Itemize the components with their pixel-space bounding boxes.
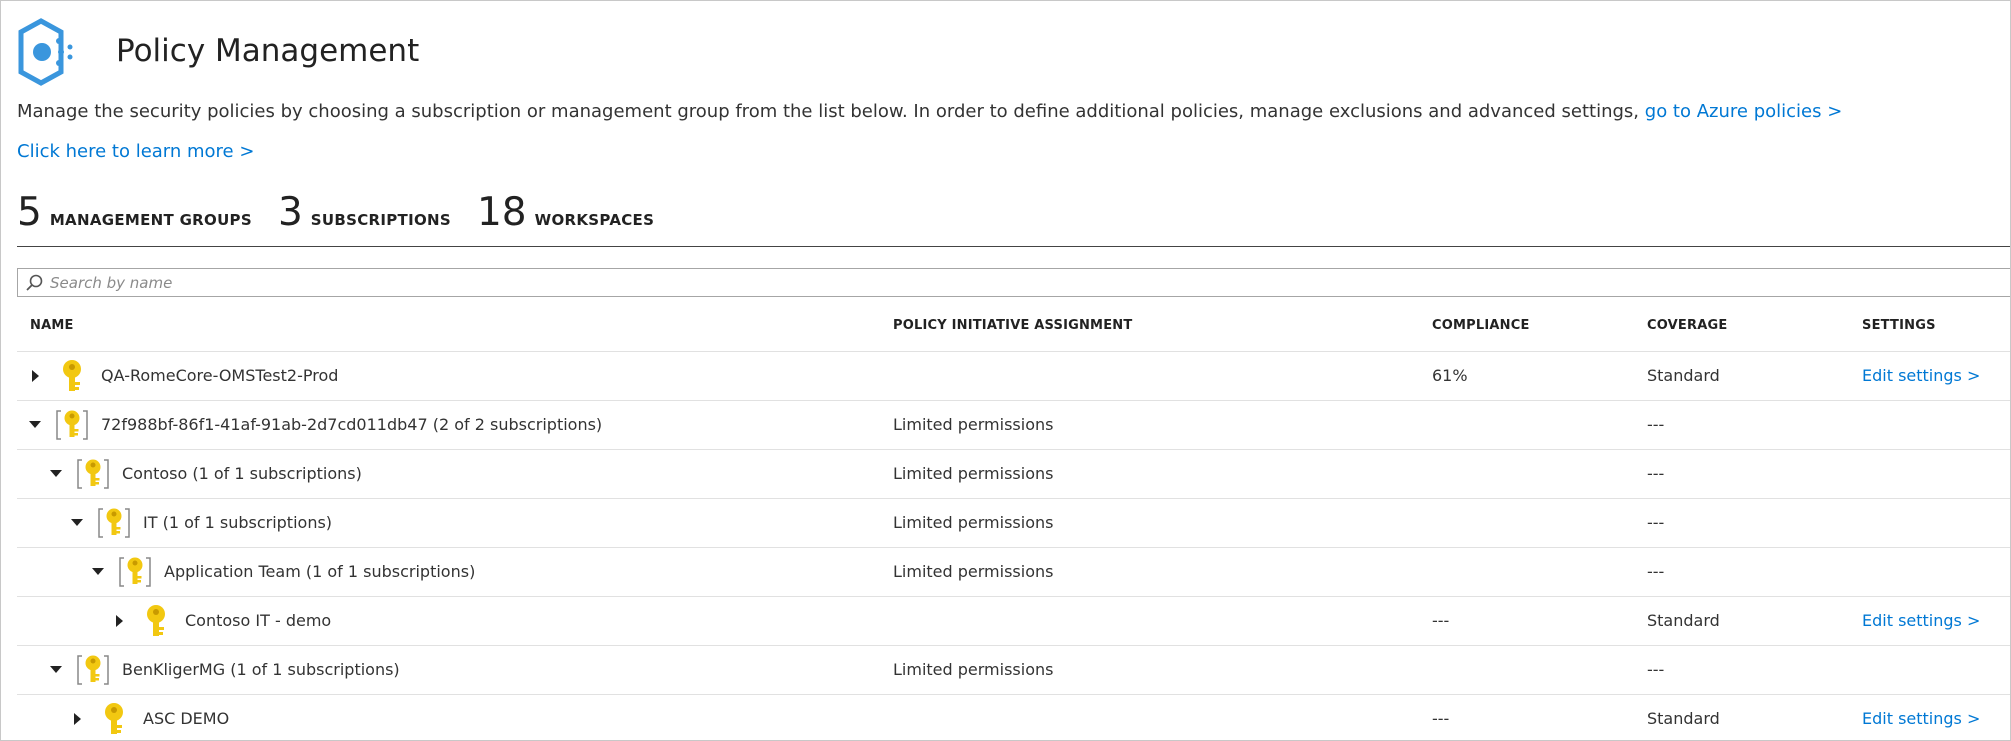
table-row[interactable]: Contoso IT - demo --- Standard Edit setting… (17, 596, 2010, 645)
learn-more-link[interactable]: Click here to learn more > (17, 141, 254, 162)
stats-divider (17, 246, 2010, 247)
security-center-logo-icon (18, 18, 73, 86)
column-header-name[interactable]: NAME (30, 318, 74, 333)
caret-down-icon[interactable] (90, 564, 106, 580)
page-header (17, 17, 81, 87)
row-coverage: --- (1647, 464, 1665, 483)
management-group-icon (97, 505, 131, 541)
description-text: Manage the security policies by choosing… (17, 101, 1640, 122)
stat-workspaces: 18 WORKSPACES (477, 191, 654, 235)
edit-settings-link[interactable]: Edit settings > (1862, 709, 1980, 728)
azure-policies-link[interactable]: go to Azure policies > (1645, 101, 1843, 122)
search-box[interactable] (17, 268, 2010, 297)
caret-down-icon[interactable] (69, 515, 85, 531)
table-row[interactable]: ASC DEMO --- Standard Edit settings > (17, 694, 2010, 740)
row-coverage: Standard (1647, 611, 1720, 630)
row-coverage: --- (1647, 513, 1665, 532)
subscription-key-icon (55, 358, 89, 394)
page-title: Policy Management (116, 33, 420, 69)
table-row[interactable]: QA-RomeCore-OMSTest2-Prod 61% Standard Edit… (17, 351, 2010, 400)
management-group-icon (118, 554, 152, 590)
caret-right-icon[interactable] (69, 711, 85, 727)
row-name: QA-RomeCore-OMSTest2-Prod (101, 366, 339, 385)
row-coverage: --- (1647, 415, 1665, 434)
row-name: ASC DEMO (143, 709, 230, 728)
column-header-coverage[interactable]: COVERAGE (1647, 318, 1727, 333)
edit-settings-link[interactable]: Edit settings > (1862, 611, 1980, 630)
row-policy-assignment: Limited permissions (893, 660, 1054, 679)
management-group-icon (76, 652, 110, 688)
column-header-settings[interactable]: SETTINGS (1862, 318, 1936, 333)
row-compliance: --- (1432, 611, 1450, 630)
row-name: Application Team (1 of 1 subscriptions) (164, 562, 476, 581)
row-name: 72f988bf-86f1-41af-91ab-2d7cd011db47 (2 … (101, 415, 603, 434)
row-policy-assignment: Limited permissions (893, 464, 1054, 483)
row-name: Contoso (1 of 1 subscriptions) (122, 464, 362, 483)
subscription-key-icon (139, 603, 173, 639)
caret-down-icon[interactable] (48, 662, 64, 678)
edit-settings-link[interactable]: Edit settings > (1862, 366, 1980, 385)
row-compliance: 61% (1432, 366, 1468, 385)
row-policy-assignment: Limited permissions (893, 513, 1054, 532)
page-description: Manage the security policies by choosing… (17, 101, 1842, 122)
caret-down-icon[interactable] (27, 417, 43, 433)
caret-down-icon[interactable] (48, 466, 64, 482)
stat-count: 18 (476, 190, 527, 235)
management-group-icon (76, 456, 110, 492)
table-row[interactable]: 72f988bf-86f1-41af-91ab-2d7cd011db47 (2 … (17, 400, 2010, 449)
table-row[interactable]: IT (1 of 1 subscriptions) Limited permiss… (17, 498, 2010, 547)
stat-label: SUBSCRIPTIONS (310, 211, 451, 229)
caret-right-icon[interactable] (27, 368, 43, 384)
row-coverage: --- (1647, 562, 1665, 581)
policy-management-page: Policy Management Manage the security po… (0, 0, 2011, 741)
subscription-key-icon (97, 701, 131, 737)
stat-count: 5 (17, 190, 42, 235)
row-coverage: Standard (1647, 709, 1720, 728)
table-row[interactable]: BenKligerMG (1 of 1 subscriptions) Limite… (17, 645, 2010, 694)
table-row[interactable]: Application Team (1 of 1 subscriptions) L… (17, 547, 2010, 596)
search-input[interactable] (48, 272, 1952, 293)
row-name: BenKligerMG (1 of 1 subscriptions) (122, 660, 400, 679)
column-header-compliance[interactable]: COMPLIANCE (1432, 318, 1530, 333)
row-compliance: --- (1432, 709, 1450, 728)
management-group-icon (55, 407, 89, 443)
row-policy-assignment: Limited permissions (893, 562, 1054, 581)
search-icon (26, 274, 43, 291)
stat-label: WORKSPACES (534, 211, 655, 229)
stat-subscriptions: 3 SUBSCRIPTIONS (278, 191, 451, 235)
row-coverage: --- (1647, 660, 1665, 679)
row-name: IT (1 of 1 subscriptions) (143, 513, 333, 532)
stat-count: 3 (277, 190, 303, 235)
policy-table: QA-RomeCore-OMSTest2-Prod 61% Standard Edit… (17, 351, 2010, 740)
stat-label: MANAGEMENT GROUPS (49, 211, 252, 229)
row-name: Contoso IT - demo (185, 611, 332, 630)
row-policy-assignment: Limited permissions (893, 415, 1054, 434)
table-row[interactable]: Contoso (1 of 1 subscriptions) Limited pe… (17, 449, 2010, 498)
column-header-policy[interactable]: POLICY INITIATIVE ASSIGNMENT (893, 318, 1132, 333)
caret-right-icon[interactable] (111, 613, 127, 629)
stat-management-groups: 5 MANAGEMENT GROUPS (17, 191, 252, 235)
summary-stats: 5 MANAGEMENT GROUPS 3 SUBSCRIPTIONS 18 W… (17, 191, 680, 235)
row-coverage: Standard (1647, 366, 1720, 385)
